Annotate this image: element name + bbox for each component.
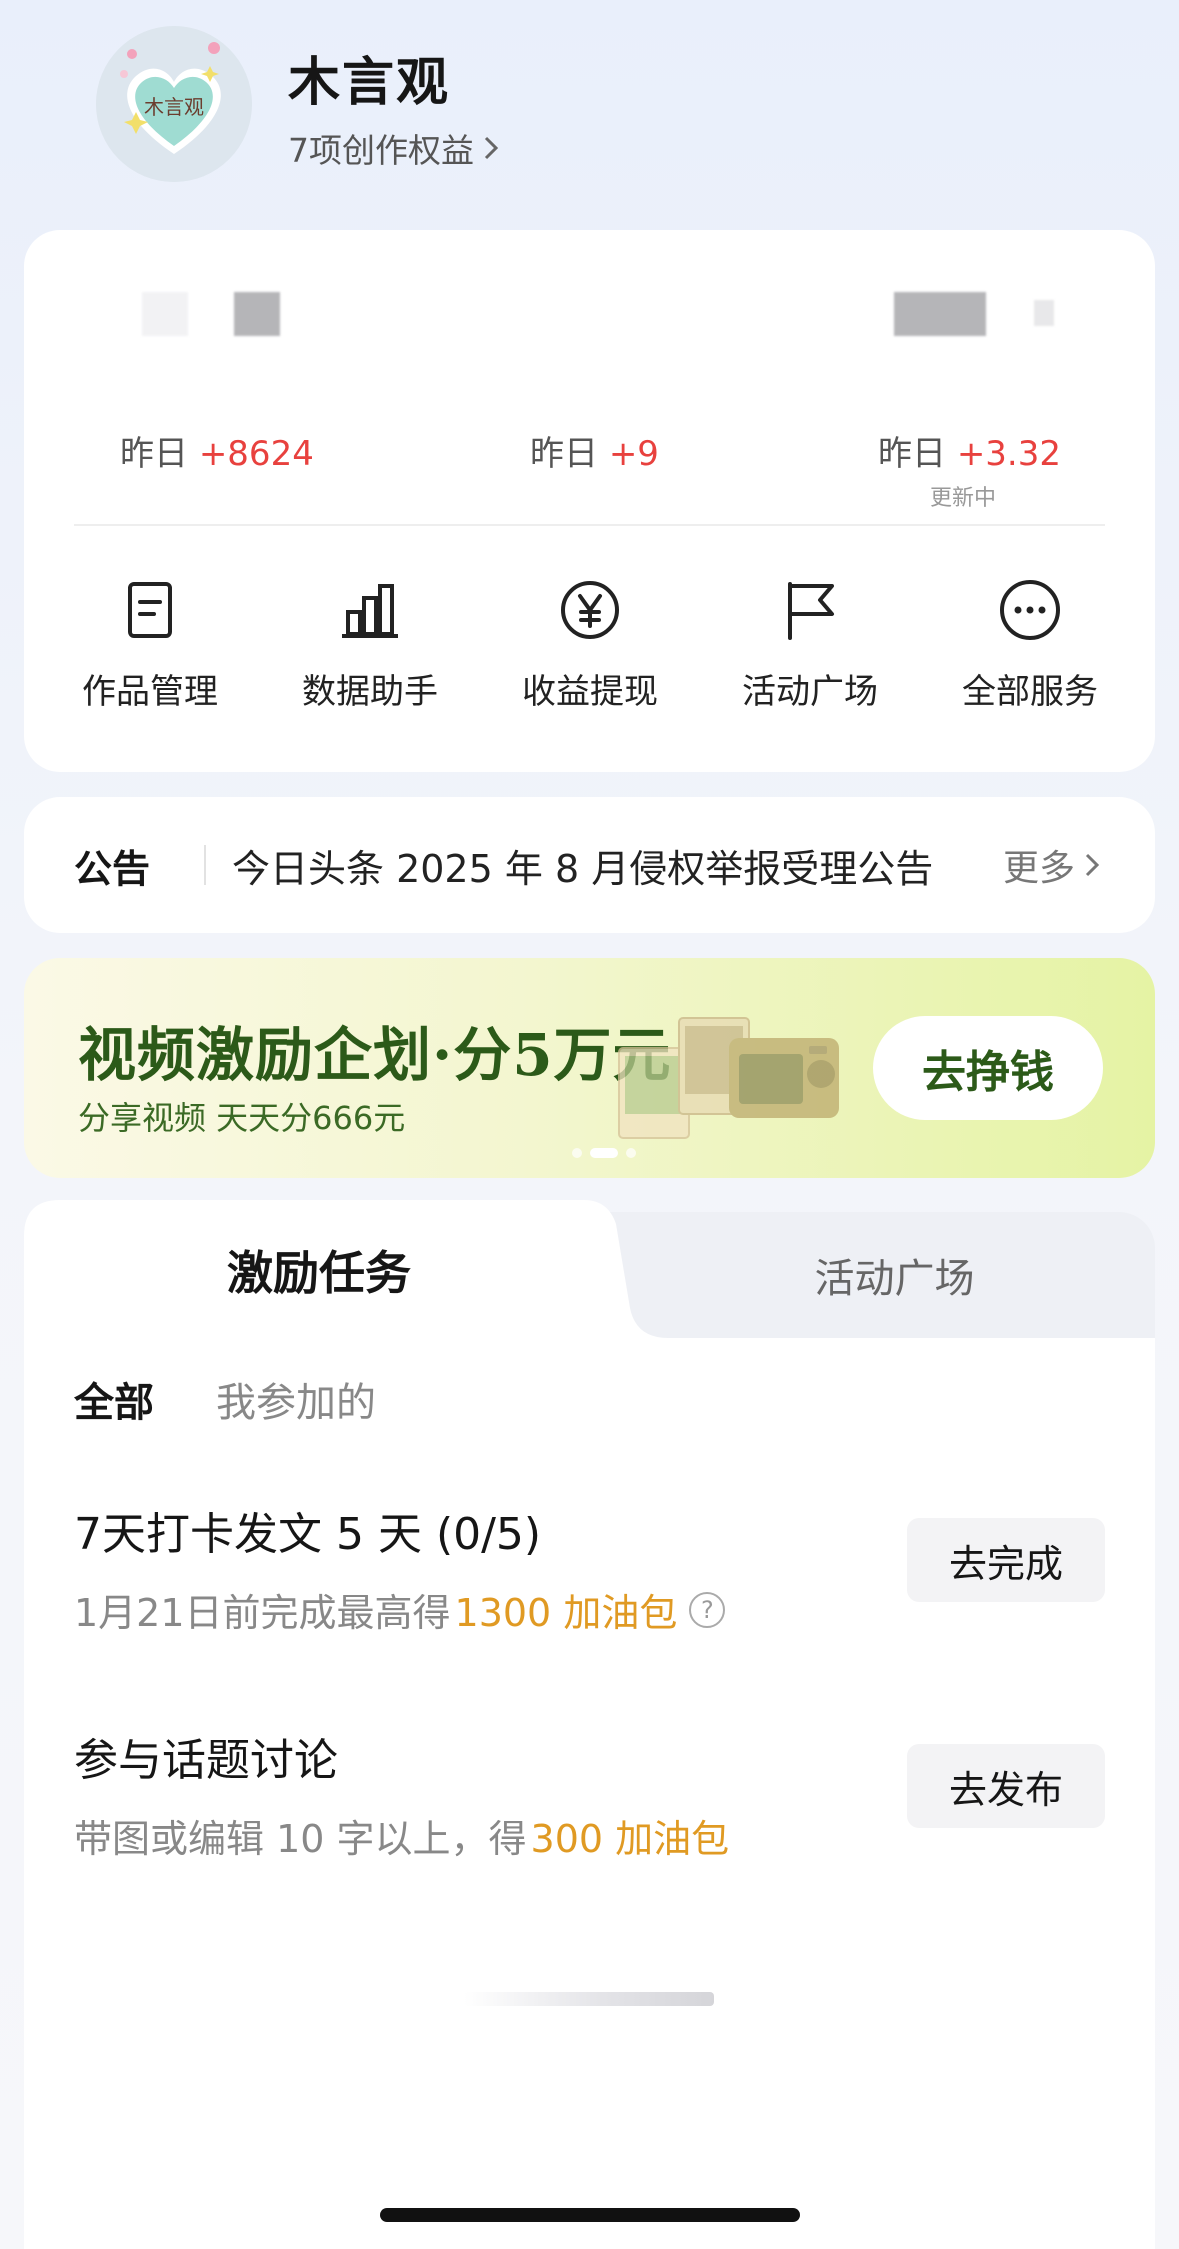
banner-dot (572, 1148, 582, 1158)
stat-updating-note: 更新中 (930, 486, 997, 511)
avatar[interactable]: 木言观 (96, 26, 252, 182)
task-reward: 1300 加油包 (454, 1591, 678, 1635)
notice-more-link[interactable]: 更多 (1003, 839, 1105, 891)
banner-pagination (572, 1148, 636, 1158)
service-data-assistant[interactable]: 数据助手 (280, 578, 460, 713)
stat-yesterday-1: 昨日 +8624 (120, 434, 314, 474)
task-complete-button[interactable]: 去完成 (907, 1518, 1105, 1602)
task-item: 7天打卡发文 5 天 (0/5) 1月21日前完成最高得 1300 加油包 ? … (74, 1498, 1105, 1637)
blurred-stat-headers (24, 282, 1155, 342)
filter-all[interactable]: 全部 (74, 1370, 154, 1428)
home-indicator[interactable] (380, 2208, 800, 2222)
tasks-panel: 激励任务 活动广场 全部 我参加的 7天打卡发文 5 天 (0/5) 1月21日… (24, 1200, 1155, 2249)
task-publish-button[interactable]: 去发布 (907, 1744, 1105, 1828)
stat-value-1: +8624 (198, 434, 314, 474)
stat-yesterday-2: 昨日 +9 (530, 434, 659, 474)
service-label: 全部服务 (962, 672, 1098, 712)
flag-icon (788, 582, 834, 640)
chevron-right-icon (484, 136, 499, 160)
notice-tag: 公告 (74, 846, 151, 891)
bar-chart-icon (342, 584, 398, 638)
tasks-body: 激励任务 活动广场 全部 我参加的 7天打卡发文 5 天 (0/5) 1月21日… (24, 1200, 1155, 2249)
task-item: 参与话题讨论 带图或编辑 10 字以上，得 300 加油包 去发布 (74, 1724, 1105, 1863)
notice-bar[interactable]: 公告 今日头条 2025 年 8 月侵权举报受理公告 更多 (24, 797, 1155, 933)
stat-value-3: +3.32 (956, 434, 1062, 474)
filter-joined[interactable]: 我参加的 (216, 1370, 376, 1428)
stat-value-2: +9 (608, 434, 659, 474)
service-label: 收益提现 (522, 672, 658, 712)
banner-title: 视频激励企划·分5万元 (78, 1021, 672, 1089)
banner-subtitle: 分享视频 天天分666元 (78, 1099, 406, 1137)
profile-name: 木言观 (288, 53, 451, 113)
help-icon[interactable]: ? (689, 1591, 726, 1628)
service-label: 作品管理 (82, 672, 218, 712)
service-label: 活动广场 (742, 672, 878, 712)
svg-text:木言观: 木言观 (144, 95, 204, 119)
more-icon (1000, 580, 1060, 640)
notice-more-label: 更多 (1002, 848, 1075, 889)
banner-earn-button[interactable]: 去挣钱 (873, 1016, 1103, 1120)
stats-card: 昨日 +8624 昨日 +9 昨日 +3.32 更新中 作品管理 数据助手 收益… (24, 230, 1155, 772)
task-reward: 300 加油包 (530, 1817, 730, 1861)
creator-rights-link[interactable]: 7项创作权益 (288, 124, 504, 172)
chevron-right-icon (1085, 853, 1100, 877)
service-works-management[interactable]: 作品管理 (60, 578, 240, 713)
promo-banner[interactable]: 视频激励企划·分5万元 分享视频 天天分666元 去挣钱 (24, 958, 1155, 1178)
service-earnings-withdraw[interactable]: 收益提现 (500, 578, 680, 713)
yuan-icon (561, 581, 619, 639)
service-activity-square[interactable]: 活动广场 (720, 578, 900, 713)
notice-text[interactable]: 今日头条 2025 年 8 月侵权举报受理公告 (232, 838, 933, 893)
tab-incentive-tasks[interactable]: 激励任务 (24, 1200, 614, 1340)
tab-activity-square[interactable]: 活动广场 (634, 1212, 1155, 1338)
service-all-services[interactable]: 全部服务 (940, 578, 1120, 713)
stat-yesterday-3: 昨日 +3.32 (878, 434, 1062, 474)
loading-indicator (464, 1992, 714, 2006)
service-label: 数据助手 (302, 672, 438, 712)
document-icon (128, 582, 172, 638)
notice-separator (204, 845, 206, 885)
banner-dot-active (590, 1148, 618, 1158)
stats-divider (74, 524, 1105, 526)
banner-dot (626, 1148, 636, 1158)
creator-rights-label: 7项创作权益 (288, 131, 474, 170)
